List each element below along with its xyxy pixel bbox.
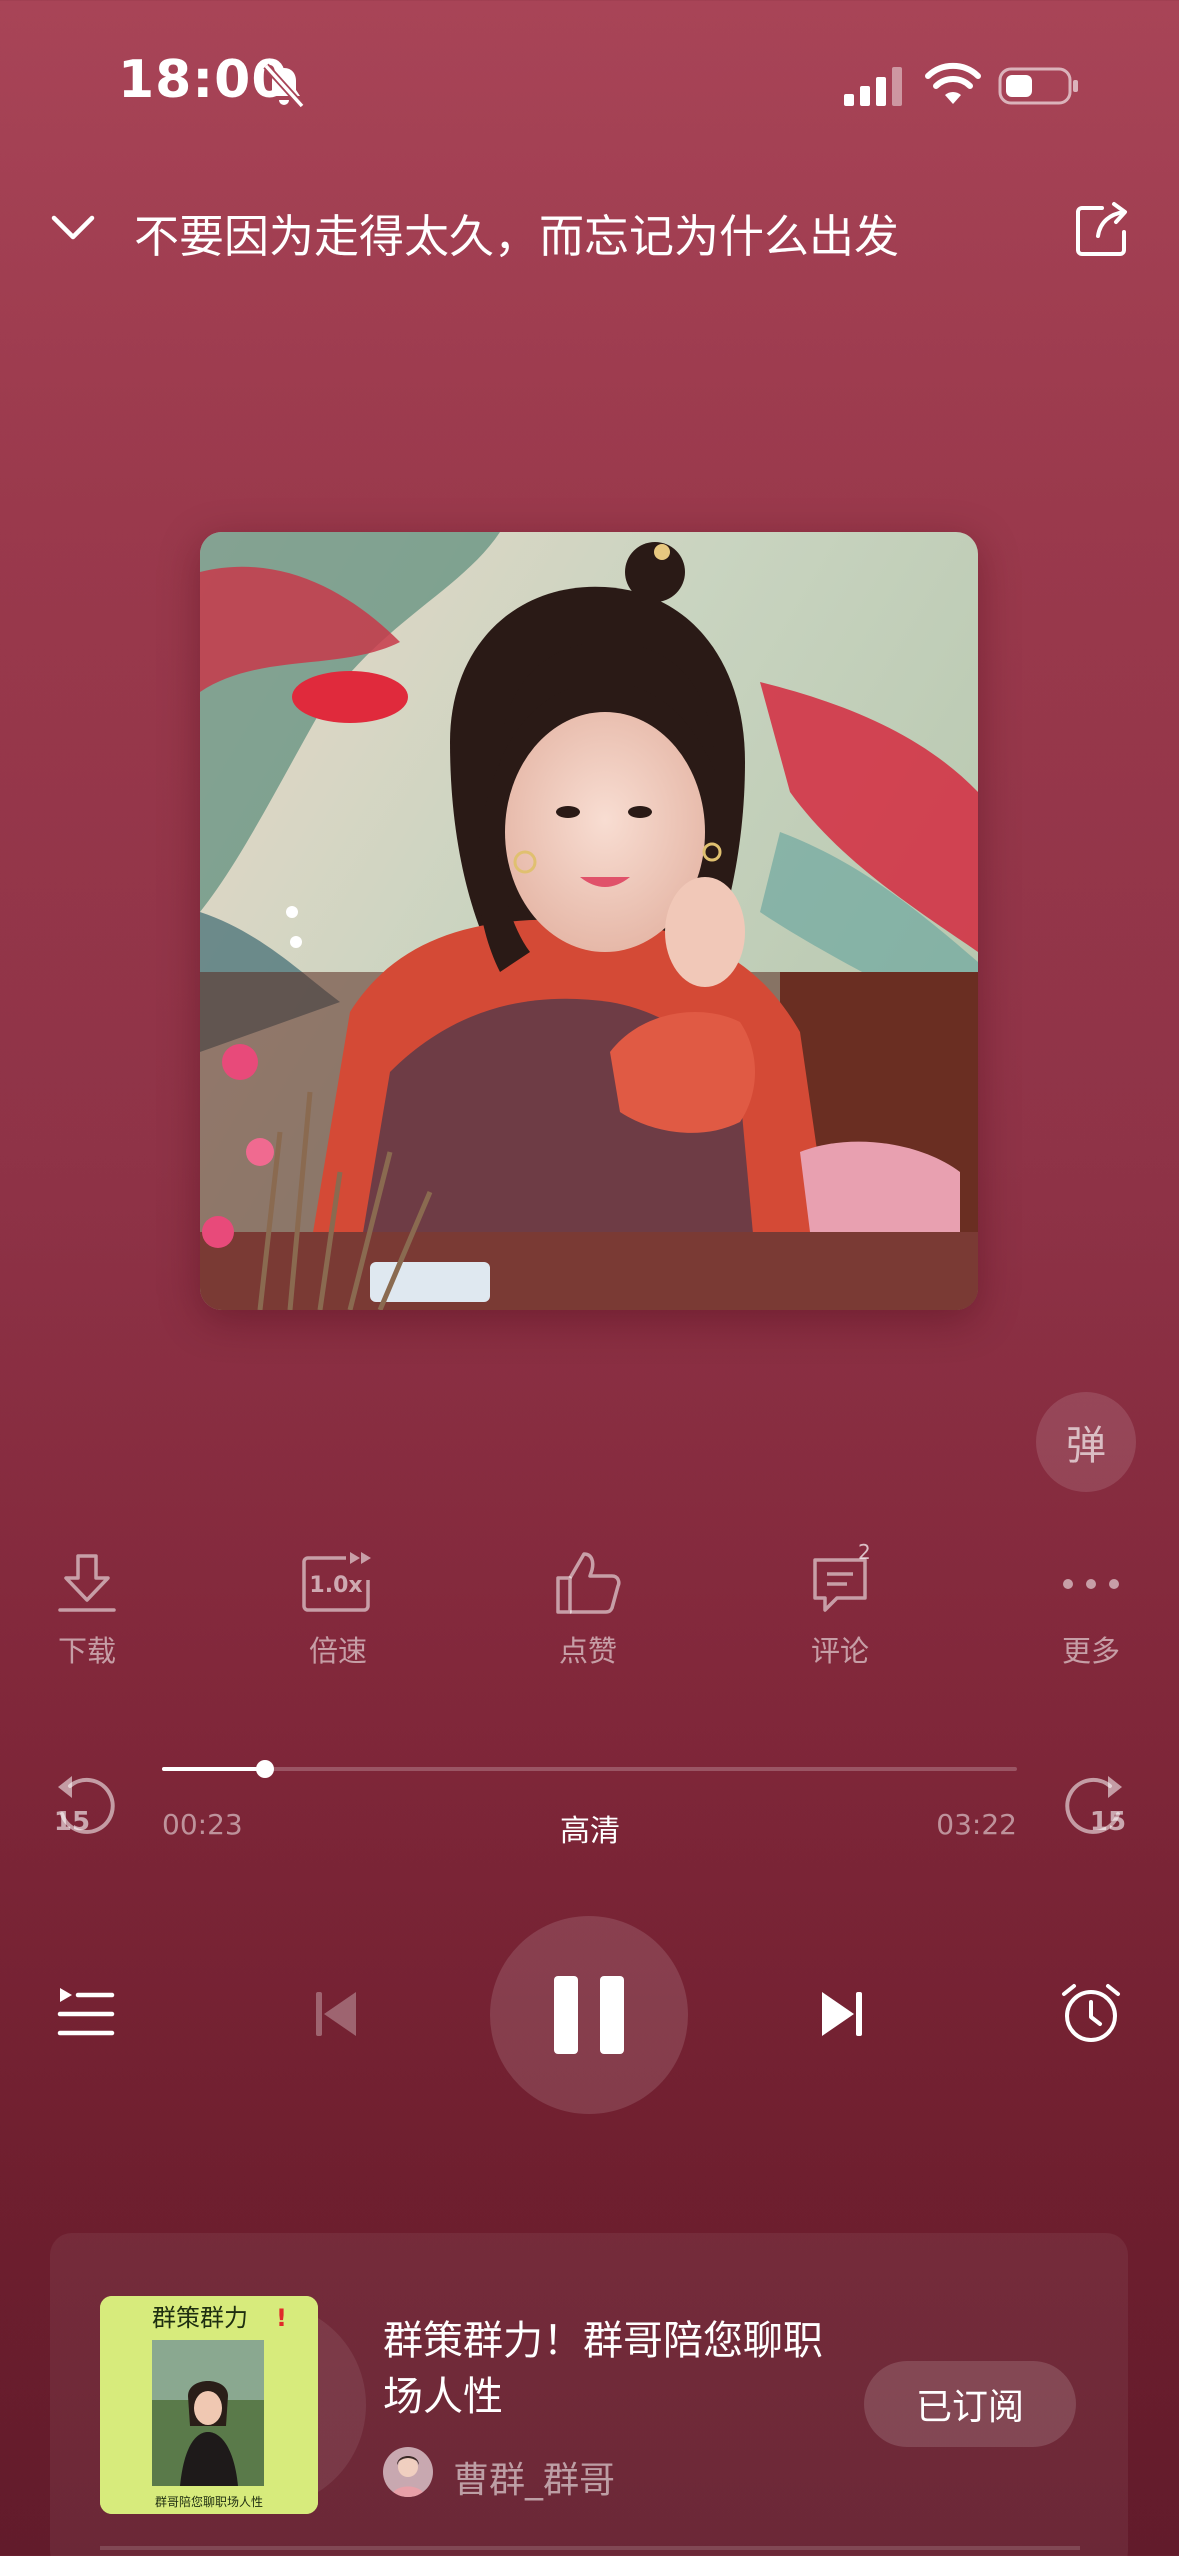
album-cover-image[interactable]: 群策群力 ! 群哥陪您聊职场人性: [100, 2296, 318, 2514]
author-name: 曹群_群哥: [453, 2460, 616, 2501]
svg-text:!: !: [276, 2304, 287, 2332]
progress-knob[interactable]: [255, 1760, 274, 1778]
sleep-timer-icon[interactable]: [1058, 1980, 1124, 2046]
pause-icon: [554, 1976, 624, 2054]
action-row: 下载 1.0x 倍速 点赞 2 评论 更多: [0, 1540, 1179, 1680]
cellular-signal-icon: [844, 67, 902, 106]
download-button[interactable]: 下载: [12, 1550, 162, 1670]
total-time: 03:22: [936, 1808, 1017, 1841]
playlist-icon[interactable]: [56, 1984, 116, 2040]
subscribed-label: 已订阅: [915, 2387, 1024, 2428]
next-track-icon[interactable]: [818, 1988, 866, 2040]
share-icon[interactable]: [1072, 200, 1132, 260]
thumbs-up-icon: [556, 1552, 621, 1614]
progress-slider[interactable]: [162, 1760, 1017, 1778]
more-button[interactable]: 更多: [1016, 1550, 1166, 1670]
bell-muted-icon: [263, 63, 305, 109]
album-cover-heading: 群策群力: [152, 2304, 248, 2332]
quality-toggle[interactable]: 高清: [540, 1806, 640, 1850]
speed-badge: 1.0x: [309, 1573, 362, 1598]
playback-speed-icon: 1.0x: [302, 1552, 371, 1612]
speed-button[interactable]: 1.0x 倍速: [263, 1550, 413, 1670]
battery-icon: [998, 67, 1078, 105]
album-card[interactable]: 群策群力 ! 群哥陪您聊职场人性 群策群力！群哥陪您聊职场人性 曹群_群哥 已订…: [50, 2233, 1128, 2556]
player-header: 不要因为走得太久，而忘记为什么出发: [0, 180, 1179, 280]
skip-back-value: 15: [54, 1807, 90, 1837]
comment-count-badge: 2: [858, 1540, 871, 1564]
danmaku-label: 弹: [1066, 1423, 1106, 1469]
comment-label: 评论: [810, 1634, 869, 1668]
danmaku-button[interactable]: 弹: [1036, 1392, 1136, 1492]
more-label: 更多: [1061, 1634, 1120, 1668]
like-button[interactable]: 点赞: [513, 1550, 663, 1670]
download-icon: [58, 1554, 116, 1612]
track-cover-image: [200, 532, 978, 1310]
more-dots-icon: [1063, 1579, 1119, 1589]
home-indicator: [100, 2546, 1080, 2550]
skip-forward-value: 15: [1090, 1807, 1126, 1837]
skip-back-15-icon[interactable]: 15: [52, 1770, 122, 1840]
download-label: 下载: [57, 1634, 116, 1668]
previous-track-icon[interactable]: [312, 1988, 360, 2040]
album-title[interactable]: 群策群力！群哥陪您聊职场人性: [383, 2313, 843, 2425]
pause-button[interactable]: [490, 1916, 688, 2114]
status-bar: 18:00: [0, 0, 1179, 170]
progress-area: 15 00:23 高清 03:22 15: [0, 1740, 1179, 1850]
current-time: 00:23: [162, 1808, 243, 1841]
speed-label: 倍速: [308, 1634, 367, 1668]
comment-button[interactable]: 2 评论: [765, 1540, 915, 1670]
wifi-icon: [925, 62, 981, 104]
chevron-down-icon[interactable]: [48, 208, 98, 248]
track-title: 不要因为走得太久，而忘记为什么出发: [134, 210, 900, 263]
progress-fill: [162, 1767, 265, 1771]
avatar[interactable]: [383, 2447, 433, 2497]
subscribed-button[interactable]: 已订阅: [864, 2361, 1076, 2447]
like-label: 点赞: [558, 1634, 617, 1668]
skip-forward-15-icon[interactable]: 15: [1058, 1770, 1128, 1840]
album-cover-caption: 群哥陪您聊职场人性: [155, 2494, 263, 2509]
album-cover-wrap: 群策群力 ! 群哥陪您聊职场人性: [100, 2296, 366, 2514]
playback-controls: [0, 1916, 1179, 2116]
